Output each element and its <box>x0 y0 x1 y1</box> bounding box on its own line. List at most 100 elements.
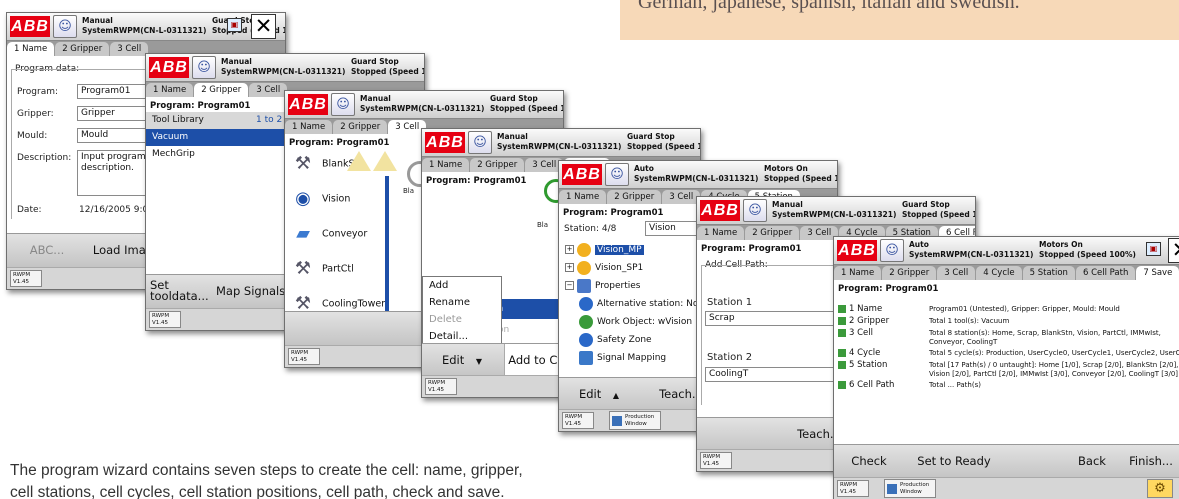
tab-cell[interactable]: 3 Cell <box>249 83 288 97</box>
flexpendant-user-icon[interactable]: ☺ <box>605 163 629 186</box>
position-icon <box>577 260 591 275</box>
warning-triangle-icon <box>373 151 397 171</box>
mode-status: Manual SystemRWPM(CN-L-0311321) <box>497 132 622 151</box>
abb-logo[interactable]: ABB <box>562 164 602 185</box>
flexpendant-user-icon[interactable]: ☺ <box>331 93 355 116</box>
tab-name[interactable]: 1 Name <box>559 190 607 204</box>
rwpm-app-button[interactable]: RWPM V1.45 <box>700 452 732 469</box>
station-type-vision[interactable]: ◉ Vision <box>290 182 415 216</box>
program-title: Program: Program01 <box>701 244 802 254</box>
rwpm-app-button[interactable]: RWPM V1.45 <box>149 311 181 328</box>
wrench-icon: ⚒ <box>294 258 312 279</box>
station-type-partctl[interactable]: ⚒ PartCtl <box>290 252 415 286</box>
abb-logo[interactable]: ABB <box>700 200 740 221</box>
tree-item-properties[interactable]: − Properties <box>565 277 640 295</box>
station-type-conveyor[interactable]: ▰ Conveyor <box>290 217 415 251</box>
flexpendant-user-icon[interactable]: ☺ <box>743 199 767 222</box>
abb-logo[interactable]: ABB <box>425 132 465 153</box>
mode-status: Manual SystemRWPM(CN-L-0311321) <box>221 57 346 76</box>
edit-button[interactable]: Edit ▼ <box>422 344 502 377</box>
wizard-collage: German, japanese, spanish, italian and s… <box>0 0 1179 499</box>
tree-item-signal-mapping[interactable]: Signal Mapping <box>579 349 666 367</box>
tab-cycle[interactable]: 4 Cycle <box>976 266 1022 280</box>
flexpendant-user-icon[interactable]: ☺ <box>53 15 77 38</box>
tab-gripper[interactable]: 2 Gripper <box>333 120 388 134</box>
rwpm-app-button[interactable]: RWPM V1.45 <box>425 378 457 395</box>
safety-zone-icon <box>579 332 593 347</box>
program-title: Program: Program01 <box>838 284 939 294</box>
tab-station[interactable]: 5 Station <box>1022 266 1075 280</box>
mode-status: Manual SystemRWPM(CN-L-0311321) <box>360 94 485 113</box>
tree-item-vision-mp[interactable]: + Vision_MP <box>565 241 644 259</box>
station-counter: Station: 4/8 <box>564 224 617 234</box>
production-window-button[interactable]: Production Window <box>884 479 936 498</box>
tree-item-vision-sp1[interactable]: + Vision_SP1 <box>565 259 643 277</box>
tab-name[interactable]: 1 Name <box>422 158 470 172</box>
tab-name[interactable]: 1 Name <box>697 226 745 240</box>
station-partial-label: Bla <box>537 221 549 229</box>
mode-status: Auto SystemRWPM(CN-L-0311321) <box>909 240 1034 259</box>
rwpm-app-button[interactable]: RWPM V1.45 <box>562 412 594 429</box>
caption-text: The program wizard contains seven steps … <box>10 460 690 499</box>
tab-gripper[interactable]: 2 Gripper <box>470 158 525 172</box>
tab-cell[interactable]: 3 Cell <box>937 266 976 280</box>
program-label: Program: <box>17 87 59 97</box>
flexpendant-user-icon[interactable]: ☺ <box>192 56 216 79</box>
production-window-button[interactable]: Production Window <box>609 411 661 430</box>
tab-gripper[interactable]: 2 Gripper <box>55 42 110 56</box>
motor-status: Guard StopStopped (Speed 100%) <box>902 200 975 219</box>
flexpendant-user-icon[interactable]: ☺ <box>880 239 904 262</box>
speed-icon[interactable]: ▣ <box>1146 242 1161 256</box>
abb-logo[interactable]: ABB <box>149 57 189 78</box>
speed-icon[interactable]: ▣ <box>227 18 242 32</box>
menu-add[interactable]: Add <box>423 277 501 294</box>
tab-name[interactable]: 1 Name <box>834 266 882 280</box>
set-to-ready-button[interactable]: Set to Ready <box>904 445 1004 478</box>
finish-button[interactable]: Finish... <box>1122 445 1179 478</box>
rwpm-app-button[interactable]: RWPM V1.45 <box>288 348 320 365</box>
check-icon <box>838 305 846 313</box>
tab-gripper[interactable]: 2 Gripper <box>607 190 662 204</box>
tab-cell[interactable]: 3 Cell <box>110 42 149 56</box>
rwpm-app-button[interactable]: RWPM V1.45 <box>10 270 42 287</box>
tab-cell[interactable]: 3 Cell <box>662 190 701 204</box>
station1-field[interactable]: Scrap <box>705 311 835 326</box>
arrow-up-icon: ▲ <box>612 391 620 400</box>
abc-button[interactable]: ABC... <box>7 234 87 267</box>
close-button[interactable]: ✕ <box>1168 238 1179 263</box>
check-button[interactable]: Check <box>834 445 904 478</box>
header-bar: ABB ☺ Manual SystemRWPM(CN-L-0311321) Gua… <box>7 13 285 41</box>
abb-logo[interactable]: ABB <box>10 16 50 37</box>
header-bar: ABB ☺ Manual SystemRWPM(CN-L-0311321) Gua… <box>697 197 975 225</box>
abb-logo[interactable]: ABB <box>288 94 328 115</box>
tree-item-work-object[interactable]: Work Object: wVision <box>579 313 692 331</box>
banner-text: German, japanese, spanish, italian and s… <box>638 0 1020 13</box>
tab-gripper[interactable]: 2 Gripper <box>745 226 800 240</box>
close-button[interactable]: ✕ <box>251 14 276 39</box>
tree-item-safety-zone[interactable]: Safety Zone <box>579 331 652 349</box>
tab-name[interactable]: 1 Name <box>285 120 333 134</box>
set-tooldata-button[interactable]: Set tooldata... <box>150 275 220 308</box>
tab-gripper[interactable]: 2 Gripper <box>194 83 249 97</box>
header-bar: ABB ☺ Auto SystemRWPM(CN-L-0311321) Motor… <box>834 237 1179 265</box>
menu-rename[interactable]: Rename <box>423 294 501 311</box>
tab-cell-path[interactable]: 6 Cell Path <box>1075 266 1136 280</box>
tab-name[interactable]: 1 Name <box>146 83 194 97</box>
rwpm-app-button[interactable]: RWPM V1.45 <box>837 480 869 497</box>
mode-status: Auto SystemRWPM(CN-L-0311321) <box>634 164 759 183</box>
menu-delete[interactable]: Delete <box>423 311 501 328</box>
list-scrollbar[interactable] <box>385 176 389 321</box>
header-bar: ABB ☺ Manual SystemRWPM(CN-L-0311321) Gua… <box>422 129 700 157</box>
station2-field[interactable]: CoolingT <box>705 367 835 382</box>
tab-gripper[interactable]: 2 Gripper <box>882 266 937 280</box>
tab-save[interactable]: 7 Save <box>1136 266 1179 280</box>
tree-item-alt-station[interactable]: Alternative station: Nor <box>579 295 702 313</box>
flexpendant-user-icon[interactable]: ☺ <box>468 131 492 154</box>
edit-button[interactable]: Edit ▲ <box>559 378 639 411</box>
tab-name[interactable]: 1 Name <box>7 42 55 56</box>
gear-icon[interactable]: ⚙ <box>1147 479 1173 498</box>
back-button[interactable]: Back <box>1062 445 1122 478</box>
map-signals-button[interactable]: Map Signals... <box>216 275 296 308</box>
abb-logo[interactable]: ABB <box>837 240 877 261</box>
motor-status: Motors OnStopped (Speed 100%) <box>1039 240 1136 259</box>
